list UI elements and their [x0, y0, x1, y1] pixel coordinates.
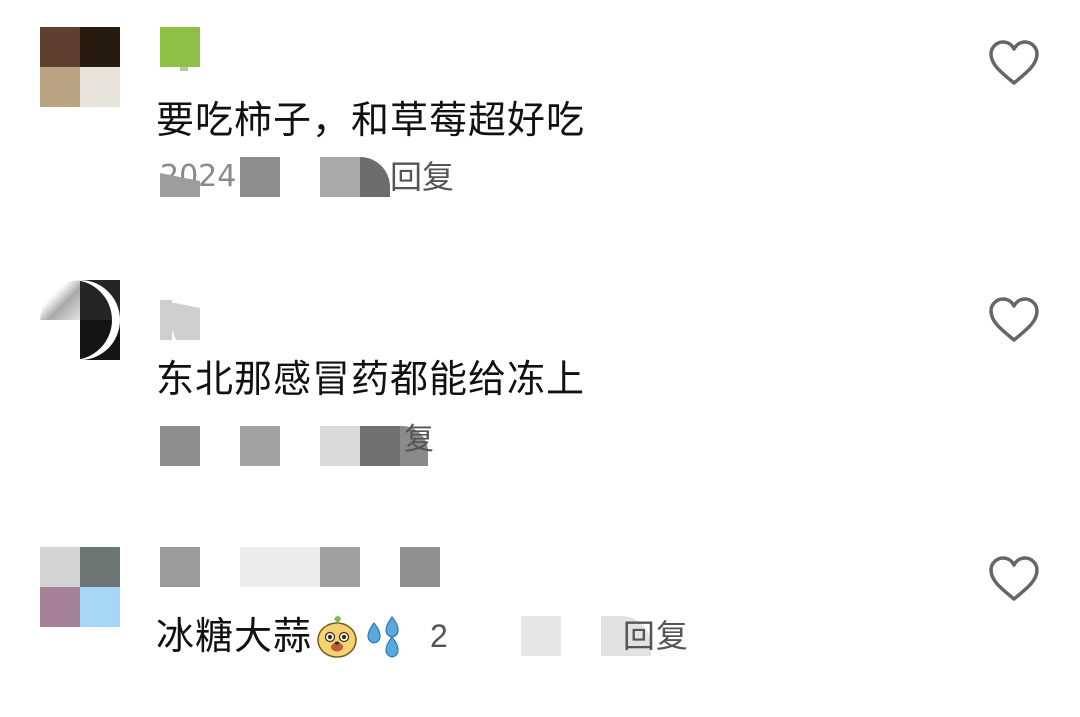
comment-date: 2 [430, 618, 449, 654]
comment-meta: 2024 回复 [160, 157, 460, 197]
avatar[interactable] [40, 280, 120, 360]
reply-button[interactable]: 回复 [390, 157, 454, 197]
reply-button[interactable]: 回复 [623, 613, 689, 659]
comment-text: 要吃柿子，和草莓超好吃 [156, 98, 586, 142]
comment-meta: 20 复 [160, 422, 460, 466]
username[interactable] [160, 27, 200, 71]
comment-text: 东北那感冒药都能给冻上 [156, 357, 586, 401]
comment-text-content: 冰糖大蒜 [156, 614, 313, 658]
reply-button[interactable]: 复 [404, 420, 434, 460]
dog-face-emoji-icon [317, 616, 357, 658]
username[interactable] [160, 300, 200, 340]
avatar[interactable] [40, 27, 120, 107]
comment-text: 冰糖大蒜 2 回复 [156, 613, 689, 659]
heart-outline-icon[interactable] [988, 39, 1040, 87]
heart-outline-icon[interactable] [988, 555, 1040, 603]
username[interactable] [160, 547, 440, 587]
sweat-drops-emoji-icon [367, 615, 399, 658]
heart-outline-icon[interactable] [988, 296, 1040, 344]
avatar[interactable] [40, 547, 120, 627]
